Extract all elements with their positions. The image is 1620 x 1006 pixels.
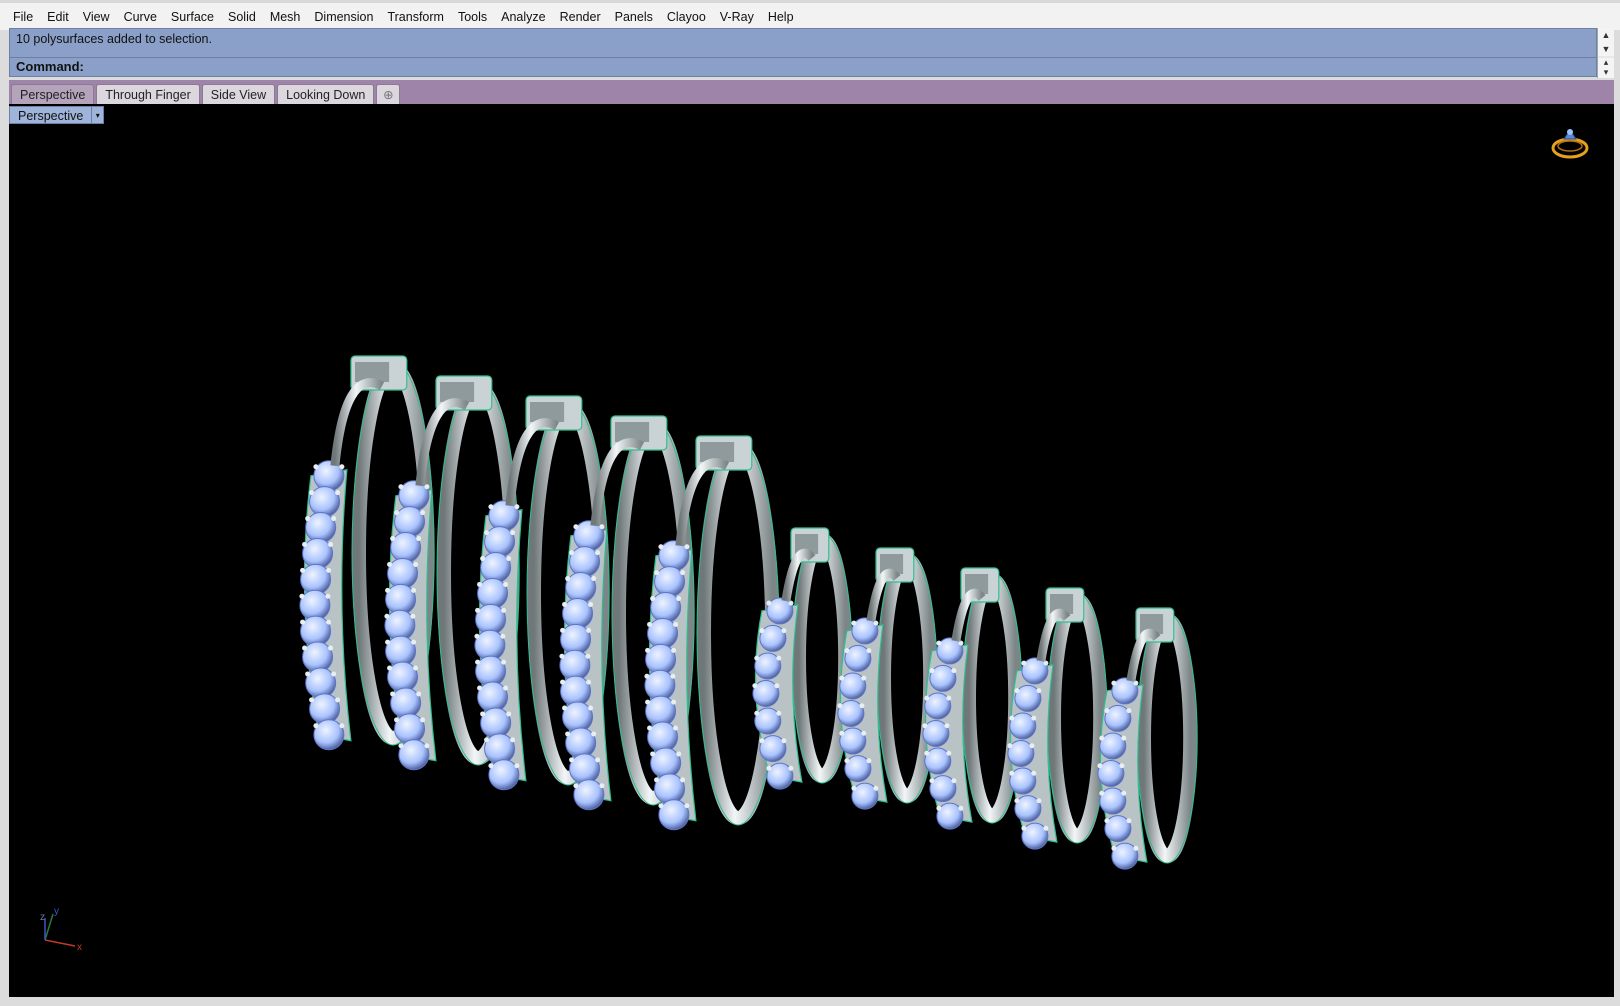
- add-tab-icon[interactable]: ⊕: [376, 84, 401, 104]
- viewport-tab-bar: Perspective Through Finger Side View Lookin…: [9, 80, 1614, 104]
- tab-through-finger[interactable]: Through Finger: [96, 84, 200, 104]
- menu-clayoo[interactable]: Clayoo: [660, 5, 713, 29]
- menu-surface[interactable]: Surface: [164, 5, 221, 29]
- menu-file[interactable]: File: [6, 5, 40, 29]
- menu-panels[interactable]: Panels: [608, 5, 660, 29]
- history-text: 10 polysurfaces added to selection.: [16, 32, 212, 46]
- viewport-title-label[interactable]: Perspective: [9, 106, 93, 124]
- tab-looking-down[interactable]: Looking Down: [277, 84, 375, 104]
- menu-view[interactable]: View: [76, 5, 117, 29]
- menu-edit[interactable]: Edit: [40, 5, 76, 29]
- down-arrow-icon[interactable]: ▼: [1597, 42, 1614, 56]
- status-strip: [0, 997, 1620, 1006]
- viewport-title[interactable]: Perspective ▾: [9, 106, 105, 124]
- scroll-down-small-icon[interactable]: ▾: [1597, 68, 1614, 78]
- hoop-earring[interactable]: [1007, 587, 1108, 850]
- tab-side-view[interactable]: Side View: [201, 84, 276, 104]
- menu-tools[interactable]: Tools: [451, 5, 494, 29]
- command-line: Command:: [9, 58, 1597, 77]
- command-label: Command:: [16, 59, 84, 74]
- command-history: 10 polysurfaces added to selection.: [9, 28, 1597, 58]
- tab-perspective[interactable]: Perspective: [11, 84, 95, 104]
- menu-dimension[interactable]: Dimension: [307, 5, 380, 29]
- command-input[interactable]: [90, 59, 1574, 76]
- viewport-menu-arrow-icon[interactable]: ▾: [92, 106, 105, 124]
- menu-curve[interactable]: Curve: [117, 5, 164, 29]
- menu-v-ray[interactable]: V-Ray: [713, 5, 761, 29]
- menu-bar: File Edit View Curve Surface Solid Mesh Dimensi…: [0, 0, 1620, 30]
- axis-y-label: y: [54, 906, 59, 917]
- menu-analyze[interactable]: Analyze: [494, 5, 552, 29]
- menu-solid[interactable]: Solid: [221, 5, 263, 29]
- command-scrollbar[interactable]: ▲ ▼ ▴ ▾: [1597, 28, 1614, 78]
- perspective-viewport[interactable]: Perspective ▾ x y z: [9, 104, 1614, 997]
- axis-x-label: x: [77, 942, 82, 953]
- menu-render[interactable]: Render: [553, 5, 608, 29]
- up-arrow-icon[interactable]: ▲: [1597, 28, 1614, 42]
- menu-mesh[interactable]: Mesh: [263, 5, 308, 29]
- menu-transform[interactable]: Transform: [380, 5, 451, 29]
- ring-icon[interactable]: [1548, 122, 1592, 162]
- hoop-earring[interactable]: [837, 547, 938, 810]
- axes-icon: x y z: [40, 906, 82, 953]
- hoop-earring[interactable]: [922, 567, 1023, 830]
- scene-render: [299, 355, 1198, 870]
- axis-z-label: z: [40, 912, 45, 923]
- hoop-earring[interactable]: [1097, 607, 1198, 870]
- menu-help[interactable]: Help: [761, 5, 801, 29]
